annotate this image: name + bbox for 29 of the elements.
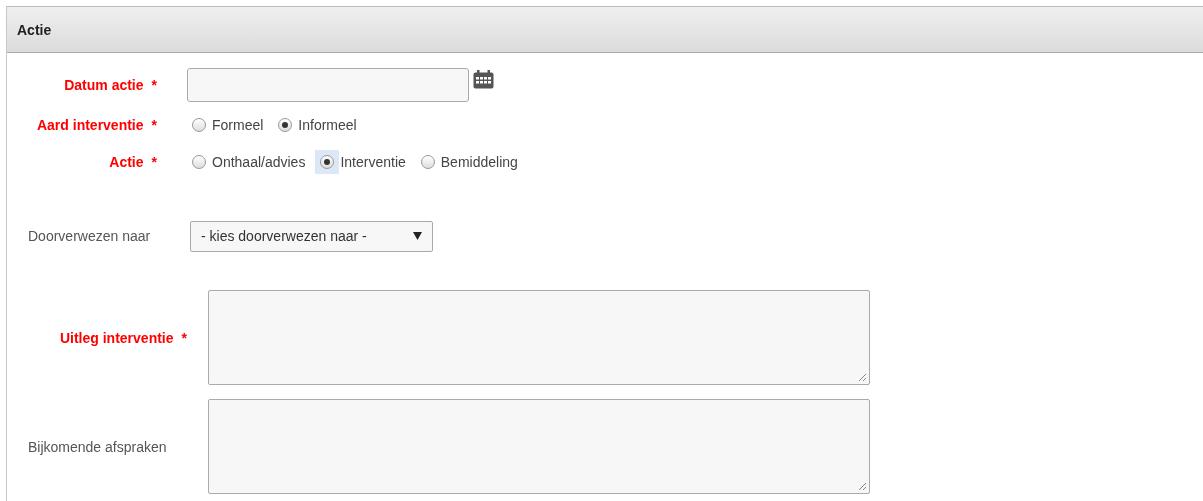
radio-label: Interventie xyxy=(340,153,406,170)
dropdown[interactable]: - kies doorverwezen naar - xyxy=(190,220,433,252)
radio-button[interactable] xyxy=(192,117,206,132)
radio-button[interactable] xyxy=(278,117,293,132)
field-label: Aard interventie xyxy=(36,116,144,133)
caret-icon xyxy=(413,232,422,240)
date-field[interactable] xyxy=(187,68,469,102)
text-area[interactable] xyxy=(208,290,870,385)
radio-label: Bemiddeling xyxy=(440,153,518,170)
required-mark: * xyxy=(181,329,187,346)
required-mark: * xyxy=(151,153,157,170)
resize-grip-icon[interactable] xyxy=(858,482,866,490)
resize-grip-icon[interactable] xyxy=(858,373,866,381)
field-label: Uitleg interventie xyxy=(59,329,174,346)
required-mark: * xyxy=(151,116,157,133)
radio-label: Formeel xyxy=(212,116,264,133)
radio-button[interactable] xyxy=(192,154,206,169)
radio-button[interactable] xyxy=(420,154,435,169)
field-label: Doorverwezen naar xyxy=(28,228,151,244)
text-area[interactable] xyxy=(208,399,870,494)
panel-title: Actie xyxy=(17,21,52,38)
calendar-icon[interactable] xyxy=(473,70,494,89)
field-label: Actie xyxy=(109,153,144,170)
required-mark: * xyxy=(151,77,157,93)
field-label: Datum actie xyxy=(64,77,144,93)
radio-label: Informeel xyxy=(298,116,357,133)
radio-button[interactable] xyxy=(320,154,335,169)
radio-label: Onthaal/advies xyxy=(212,153,306,170)
field-label: Bijkomende afspraken xyxy=(28,438,167,455)
